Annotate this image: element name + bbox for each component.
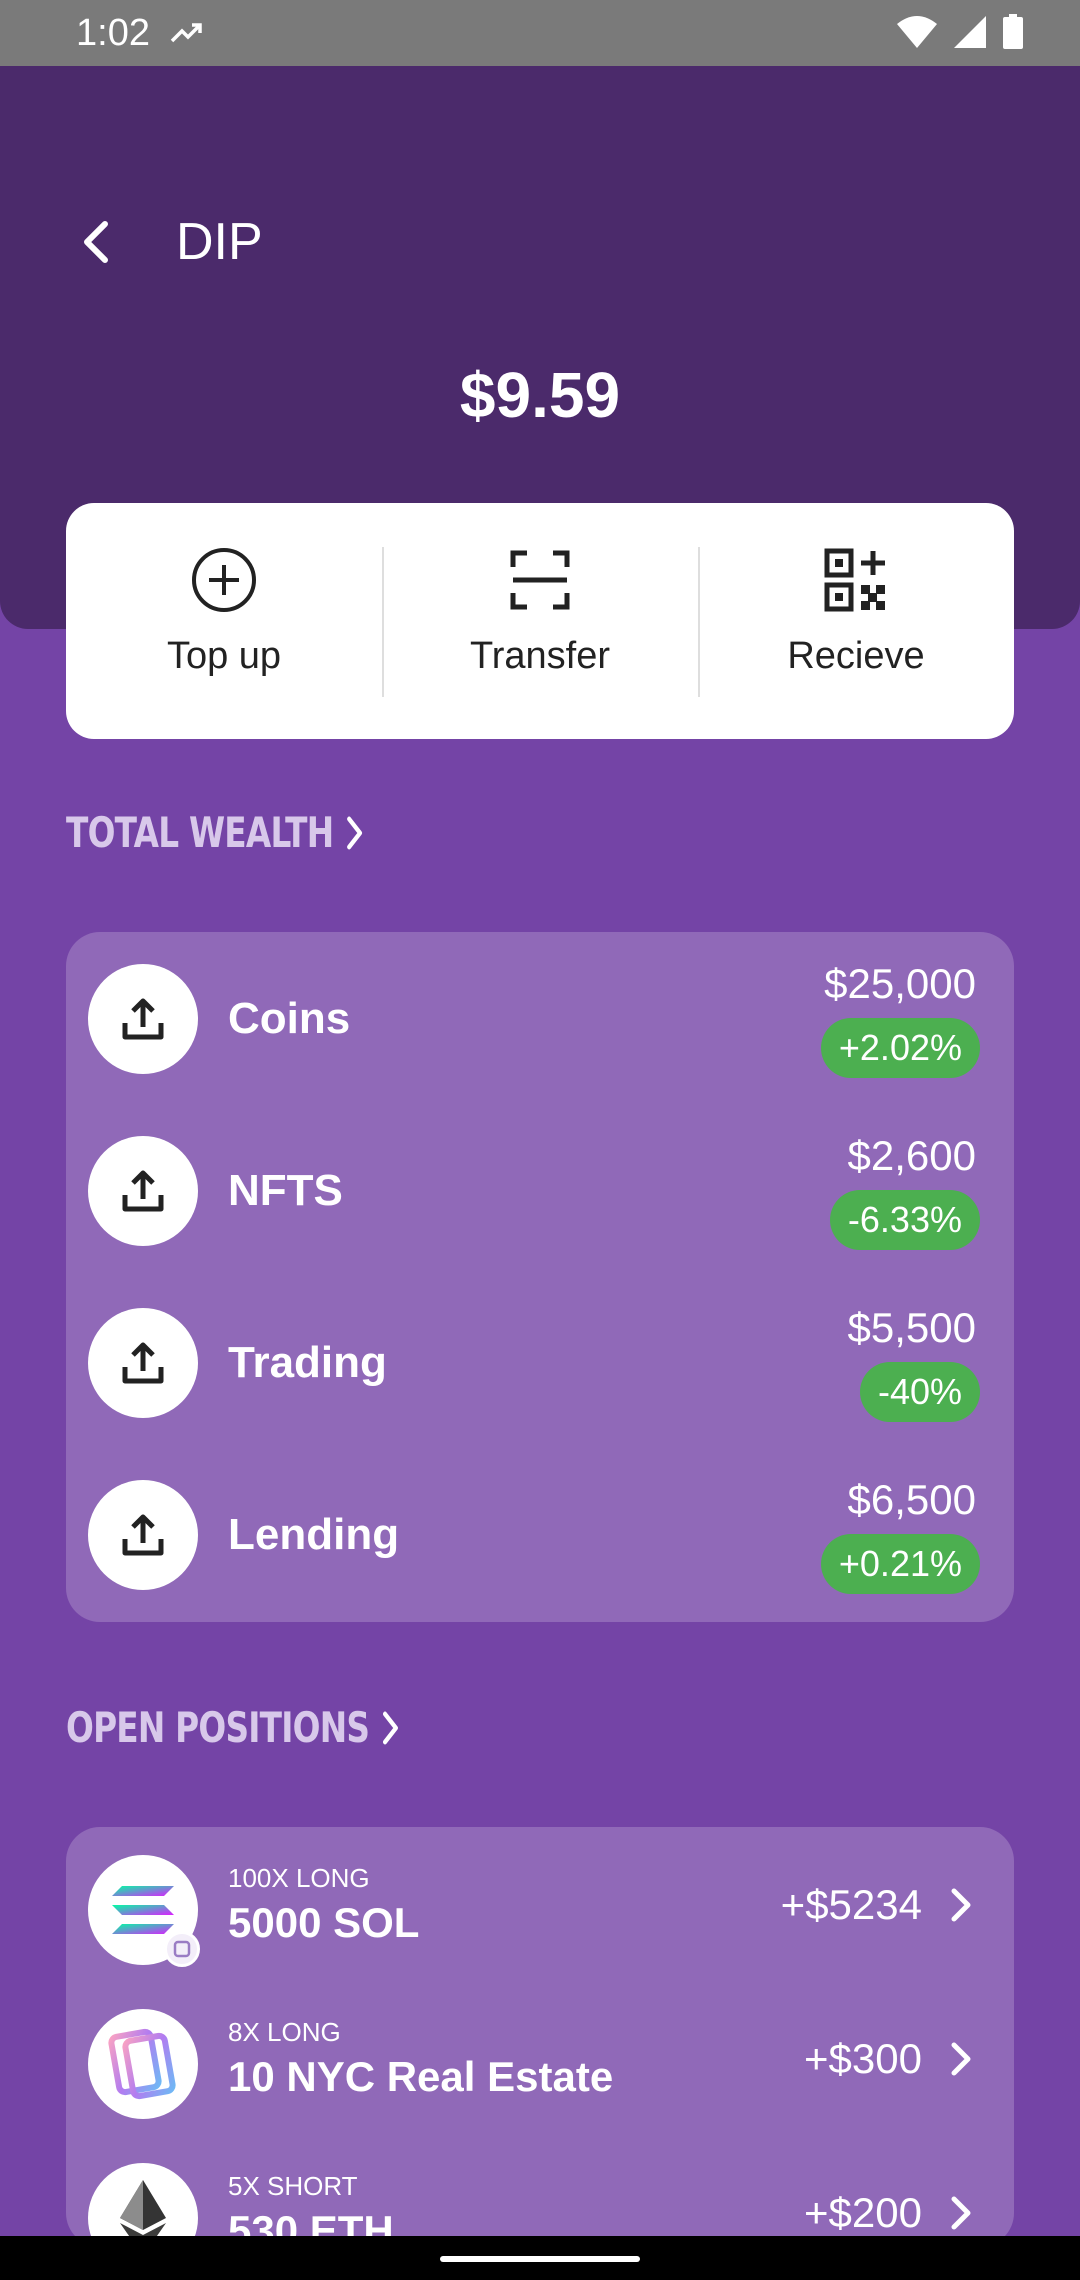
solana-token-icon: [88, 1855, 200, 1967]
open-positions-link[interactable]: OPEN POSITIONS: [66, 1703, 400, 1752]
upload-icon: [88, 964, 198, 1074]
plus-circle-icon: [192, 548, 256, 612]
chevron-right-icon: [951, 2042, 971, 2076]
actions-card: Top up Transfer Recieve: [66, 503, 1014, 739]
positions-panel: 100X LONG 5000 SOL +$5234 8X LONG 10 NYC…: [66, 1827, 1014, 2247]
change-badge: +0.21%: [820, 1534, 980, 1594]
chevron-left-icon: [84, 221, 108, 263]
transfer-label: Transfer: [469, 635, 611, 677]
wealth-amount: $25,000: [824, 960, 976, 1007]
position-row-eth[interactable]: 5X SHORT 530 ETH +$200: [66, 2135, 1014, 2247]
wealth-row-coins[interactable]: Coins $25,000 +2.02%: [66, 932, 1014, 1104]
wealth-name: Trading: [228, 1338, 387, 1387]
upload-icon: [88, 1308, 198, 1418]
battery-icon: [1002, 14, 1024, 60]
chevron-right-icon: [347, 816, 362, 849]
chevron-right-icon: [951, 2196, 971, 2230]
status-time: 1:02: [76, 11, 150, 54]
signal-icon: [952, 14, 988, 60]
wifi-icon: [896, 14, 938, 60]
trending-icon: [170, 12, 206, 55]
wealth-amount: $2,600: [847, 1132, 976, 1179]
back-button[interactable]: [72, 212, 120, 272]
total-wealth-link[interactable]: TOTAL WEALTH: [66, 808, 365, 857]
balance-amount: $9.59: [459, 359, 621, 431]
upload-icon: [88, 1480, 198, 1590]
position-tag: 8X LONG: [228, 2017, 341, 2047]
wealth-row-lending[interactable]: Lending $6,500 +0.21%: [66, 1448, 1014, 1620]
chevron-right-icon: [382, 1711, 398, 1744]
receive-button[interactable]: Recieve: [698, 503, 1014, 739]
position-pnl: +$300: [804, 2035, 922, 2082]
open-positions-title: OPEN POSITIONS: [66, 1703, 370, 1752]
position-name: 10 NYC Real Estate: [228, 2053, 614, 2100]
wealth-name: NFTS: [228, 1166, 343, 1215]
wealth-amount: $6,500: [847, 1476, 976, 1523]
wealth-row-trading[interactable]: Trading $5,500 -40%: [66, 1276, 1014, 1448]
change-badge: -6.33%: [829, 1190, 980, 1250]
chevron-right-icon: [951, 1888, 971, 1922]
status-bar: 1:02: [0, 0, 1080, 66]
transfer-button[interactable]: Transfer: [382, 503, 698, 739]
qr-code-icon: [824, 548, 885, 612]
receive-label: Recieve: [787, 635, 925, 677]
wealth-row-nfts[interactable]: NFTS $2,600 -6.33%: [66, 1104, 1014, 1276]
wealth-name: Lending: [228, 1510, 400, 1559]
total-wealth-title: TOTAL WEALTH: [66, 808, 334, 857]
change-badge: -40%: [859, 1362, 980, 1422]
wealth-amount: $5,500: [847, 1304, 976, 1351]
real-estate-token-icon: [88, 2009, 198, 2119]
position-tag: 5X SHORT: [228, 2171, 358, 2201]
page-title: DIP: [176, 213, 263, 271]
ethereum-token-icon: [88, 2163, 200, 2247]
position-row-real-estate[interactable]: 8X LONG 10 NYC Real Estate +$300: [66, 1981, 1014, 2135]
position-row-sol[interactable]: 100X LONG 5000 SOL +$5234: [66, 1827, 1014, 1981]
chain-badge-icon: [164, 1931, 200, 1967]
home-gesture-handle[interactable]: [440, 2256, 640, 2262]
position-pnl: +$5234: [780, 1881, 922, 1928]
position-pnl: +$200: [804, 2189, 922, 2236]
wealth-name: Coins: [228, 994, 351, 1043]
top-up-button[interactable]: Top up: [66, 503, 382, 739]
wealth-panel: Coins $25,000 +2.02% NFTS $2,600 -6.33% …: [66, 932, 1014, 1622]
change-badge: +2.02%: [820, 1018, 980, 1078]
top-up-label: Top up: [166, 635, 282, 677]
scan-icon: [510, 550, 570, 610]
position-tag: 100X LONG: [228, 1863, 370, 1893]
upload-icon: [88, 1136, 198, 1246]
position-name: 5000 SOL: [228, 1899, 420, 1946]
